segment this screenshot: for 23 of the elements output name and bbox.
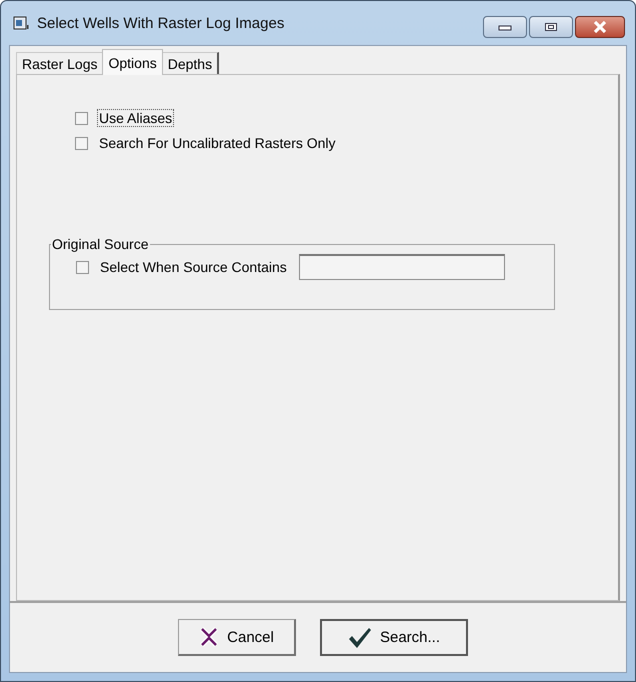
checkbox[interactable] bbox=[75, 112, 88, 124]
search-button[interactable]: Search... bbox=[320, 619, 468, 656]
close-button[interactable] bbox=[575, 16, 625, 38]
maximize-button[interactable] bbox=[529, 16, 573, 38]
checkbox[interactable] bbox=[76, 260, 89, 274]
tab[interactable]: Depths bbox=[162, 52, 220, 74]
tab[interactable]: Options bbox=[102, 49, 163, 75]
checkbox-label[interactable]: Select When Source Contains bbox=[98, 258, 289, 276]
checkbox-label[interactable]: Use Aliases bbox=[97, 109, 174, 127]
checkbox[interactable] bbox=[75, 136, 88, 150]
app-icon bbox=[13, 15, 29, 31]
minimize-icon bbox=[498, 23, 512, 31]
checkmark-icon bbox=[348, 626, 372, 648]
window-title: Select Wells With Raster Log Images bbox=[37, 14, 286, 32]
checkbox-label[interactable]: Search For Uncalibrated Rasters Only bbox=[97, 134, 338, 152]
close-icon bbox=[592, 21, 608, 33]
group-title: Original Source bbox=[51, 236, 150, 252]
maximize-icon bbox=[544, 22, 558, 32]
cancel-button[interactable]: Cancel bbox=[178, 619, 296, 656]
input-field[interactable] bbox=[298, 254, 505, 280]
cross-icon bbox=[199, 627, 220, 647]
minimize-button[interactable] bbox=[483, 16, 527, 38]
tab[interactable]: Raster Logs bbox=[16, 52, 104, 74]
